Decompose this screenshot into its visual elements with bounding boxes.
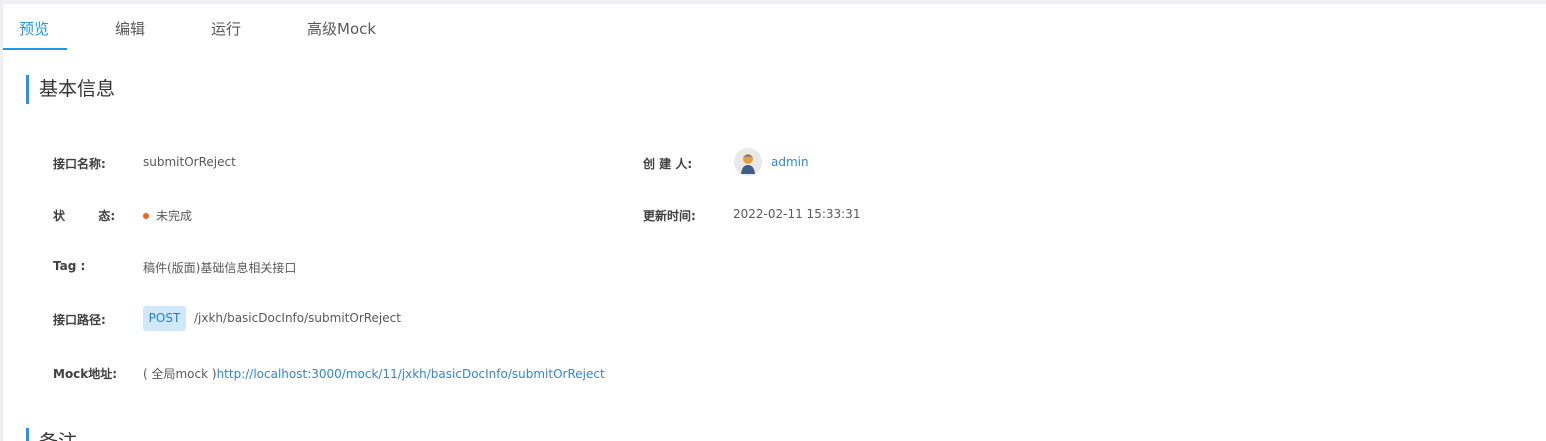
name-value: submitOrReject [143, 155, 236, 169]
tag-value: 稿件(版面)基础信息相关接口 [143, 261, 297, 275]
path-label: 接口路径: [53, 313, 106, 327]
status-dot-icon [143, 213, 149, 219]
path-value: /jxkh/basicDocInfo/submitOrReject [194, 311, 401, 325]
mock-label: Mock地址: [53, 367, 118, 381]
name-label: 接口名称: [53, 157, 106, 171]
remark-title: 备注 [26, 428, 77, 441]
interface-detail-panel: 预览 编辑 运行 高级Mock 基本信息 接口名称: submitOrRejec… [3, 4, 1546, 441]
tag-label: Tag : [53, 259, 86, 273]
user-avatar-icon [734, 148, 762, 176]
tab-advanced-mock[interactable]: 高级Mock [307, 18, 376, 39]
status-text: 未完成 [156, 209, 193, 223]
update-time-label: 更新时间: [643, 209, 696, 223]
mock-prefix: ( 全局mock ) [143, 367, 217, 381]
tab-edit[interactable]: 编辑 [115, 18, 145, 39]
active-tab-indicator [3, 48, 67, 50]
update-time-value: 2022-02-11 15:33:31 [733, 207, 861, 221]
status-label: 状 态: [53, 209, 116, 223]
mock-url-link[interactable]: http://localhost:3000/mock/11/jxkh/basic… [217, 367, 605, 381]
method-badge: POST [143, 306, 186, 331]
tab-preview[interactable]: 预览 [19, 18, 49, 39]
creator-link[interactable]: admin [771, 155, 809, 169]
status-value: 未完成 [143, 207, 192, 224]
avatar[interactable] [734, 148, 762, 176]
mock-address: ( 全局mock )http://localhost:3000/mock/11/… [143, 365, 605, 382]
tab-run[interactable]: 运行 [211, 18, 241, 39]
basic-info-title: 基本信息 [26, 75, 115, 104]
tab-bar: 预览 编辑 运行 高级Mock [3, 4, 1546, 51]
creator-label: 创 建 人: [643, 157, 693, 171]
